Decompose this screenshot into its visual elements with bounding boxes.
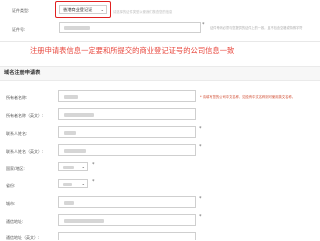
chevron-down-icon: ⌄ xyxy=(81,181,85,186)
address-en-label: 通信地址（英文）: xyxy=(6,235,40,240)
divider xyxy=(0,41,320,42)
address-value xyxy=(64,219,104,223)
owner-name-en-value xyxy=(64,113,94,117)
id-type-label: 证件类型: xyxy=(12,8,30,13)
owner-name-input[interactable] xyxy=(58,90,196,102)
id-type-hint: 请选择的证件类型以便我们核查您的信息 xyxy=(113,10,173,14)
required-mark: * xyxy=(199,126,202,132)
section-title-bar xyxy=(0,66,320,81)
id-number-hint: 证件号码必须与您提供的证件上的一致，且不包含空格或特殊字符 xyxy=(210,26,303,30)
contact-name-label: 联系人姓名: xyxy=(6,131,28,136)
country-value xyxy=(63,165,74,169)
id-number-input[interactable] xyxy=(59,22,201,33)
contact-name-en-value xyxy=(64,149,86,153)
province-value xyxy=(63,182,72,186)
country-label: 国家/地区: xyxy=(6,166,25,171)
id-type-select[interactable]: 香港商业登记证 ⌄ xyxy=(59,5,107,14)
contact-name-value xyxy=(64,131,76,135)
province-label: 省份: xyxy=(6,183,16,188)
contact-name-en-input[interactable] xyxy=(58,144,196,156)
required-mark: * xyxy=(199,214,202,220)
id-type-selected-text: 香港商业登记证 xyxy=(63,7,93,12)
required-mark: * xyxy=(199,196,202,202)
chevron-down-icon: ⌄ xyxy=(81,164,85,169)
required-mark: * xyxy=(92,179,95,185)
id-number-label: 证件号: xyxy=(12,27,26,32)
city-input[interactable] xyxy=(58,196,196,208)
notice-text: 注册申请表信息一定要和所提交的商业登记证号的公司信息一致 xyxy=(30,46,235,55)
address-label: 通信地址: xyxy=(6,219,24,224)
owner-name-hint: * 请填写您的公司中文名称，如没有中文名称则可使用英文名称。 xyxy=(200,95,296,99)
province-select[interactable]: ⌄ xyxy=(58,179,88,188)
required-mark: * xyxy=(202,22,205,28)
owner-name-en-label: 所有者名称（英文）: xyxy=(6,113,44,118)
city-value xyxy=(64,201,74,205)
chevron-down-icon: ⌄ xyxy=(100,7,104,12)
contact-name-input[interactable] xyxy=(58,126,196,138)
owner-name-en-input[interactable] xyxy=(58,108,196,120)
contact-name-en-label: 联系人姓名（英文）: xyxy=(6,149,44,154)
country-select[interactable]: ⌄ xyxy=(58,162,88,171)
owner-name-label: 所有者名称: xyxy=(6,95,28,100)
required-mark: * xyxy=(199,144,202,150)
required-mark: * xyxy=(92,162,95,168)
owner-name-value xyxy=(64,95,78,99)
address-input[interactable] xyxy=(58,214,196,226)
address-en-input[interactable] xyxy=(58,232,196,240)
city-label: 城市: xyxy=(6,201,16,206)
section-title: 域名注册申请表 xyxy=(4,70,41,76)
id-number-value xyxy=(64,26,90,30)
